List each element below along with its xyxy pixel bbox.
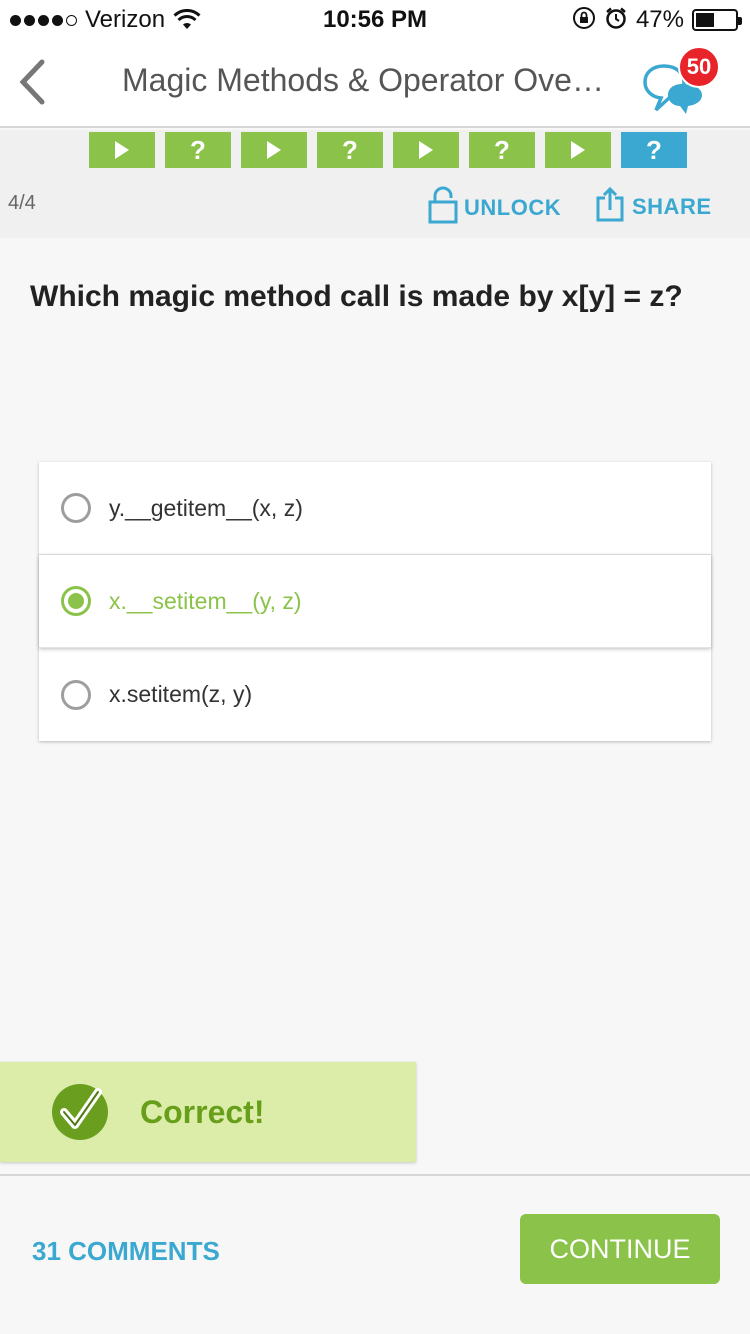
- play-icon: [267, 141, 281, 159]
- answer-option-label: y.__getitem__(x, z): [109, 494, 303, 521]
- lesson-progress: ???? 4/4 UNLOCK SHARE: [0, 130, 750, 238]
- step-lesson-7[interactable]: [545, 132, 611, 168]
- answer-option-label: x.setitem(z, y): [109, 681, 253, 707]
- radio-unselected-icon: [61, 679, 91, 710]
- page-title: Magic Methods & Operator Ove…: [122, 62, 604, 98]
- step-quiz-8[interactable]: ?: [621, 132, 687, 168]
- notification-badge: 50: [678, 46, 720, 88]
- unlock-button[interactable]: UNLOCK: [428, 186, 561, 229]
- chevron-left-icon: [18, 59, 46, 110]
- play-icon: [419, 141, 433, 159]
- orientation-lock-icon: [572, 6, 596, 35]
- step-quiz-6[interactable]: ?: [469, 132, 535, 168]
- radio-selected-icon: [61, 586, 91, 616]
- status-bar: Verizon 10:56 PM 47%: [0, 0, 750, 40]
- question-counter: 4/4: [8, 192, 36, 214]
- battery-icon: [692, 9, 742, 31]
- nav-bar: Magic Methods & Operator Ove… 50: [0, 40, 750, 128]
- step-quiz-2[interactable]: ?: [165, 132, 231, 168]
- feedback-text: Correct!: [140, 1093, 265, 1130]
- answer-option-1[interactable]: y.__getitem__(x, z): [39, 462, 711, 555]
- continue-button[interactable]: CONTINUE: [520, 1214, 720, 1284]
- share-label: SHARE: [632, 193, 712, 219]
- checkmark-icon: [50, 1082, 110, 1142]
- lock-icon: [428, 186, 458, 229]
- step-quiz-4[interactable]: ?: [317, 132, 383, 168]
- chat-button[interactable]: 50: [640, 42, 730, 124]
- share-button[interactable]: SHARE: [596, 186, 712, 227]
- battery-percent: 47%: [635, 6, 684, 33]
- step-lesson-5[interactable]: [393, 132, 459, 168]
- answer-options: y.__getitem__(x, z) x.__setitem__(y, z) x.…: [39, 462, 711, 741]
- footer: 31 COMMENTS CONTINUE: [0, 1174, 750, 1334]
- answer-option-2[interactable]: x.__setitem__(y, z): [39, 555, 711, 648]
- answer-option-label: x.__setitem__(y, z): [109, 587, 302, 614]
- share-icon: [596, 186, 624, 227]
- question-text: Which magic method call is made by x[y] …: [30, 280, 683, 313]
- play-icon: [115, 141, 129, 159]
- radio-unselected-icon: [61, 493, 91, 523]
- back-button[interactable]: [12, 58, 52, 110]
- step-lesson-1[interactable]: [89, 132, 155, 168]
- comments-link[interactable]: 31 COMMENTS: [32, 1236, 220, 1267]
- unlock-label: UNLOCK: [464, 194, 562, 220]
- play-icon: [571, 141, 585, 159]
- correct-feedback: Correct!: [0, 1062, 416, 1162]
- answer-option-3[interactable]: x.setitem(z, y): [39, 648, 711, 741]
- status-right: 47%: [572, 6, 742, 35]
- step-lesson-3[interactable]: [241, 132, 307, 168]
- alarm-icon: [604, 6, 628, 35]
- step-list: ????: [89, 132, 687, 168]
